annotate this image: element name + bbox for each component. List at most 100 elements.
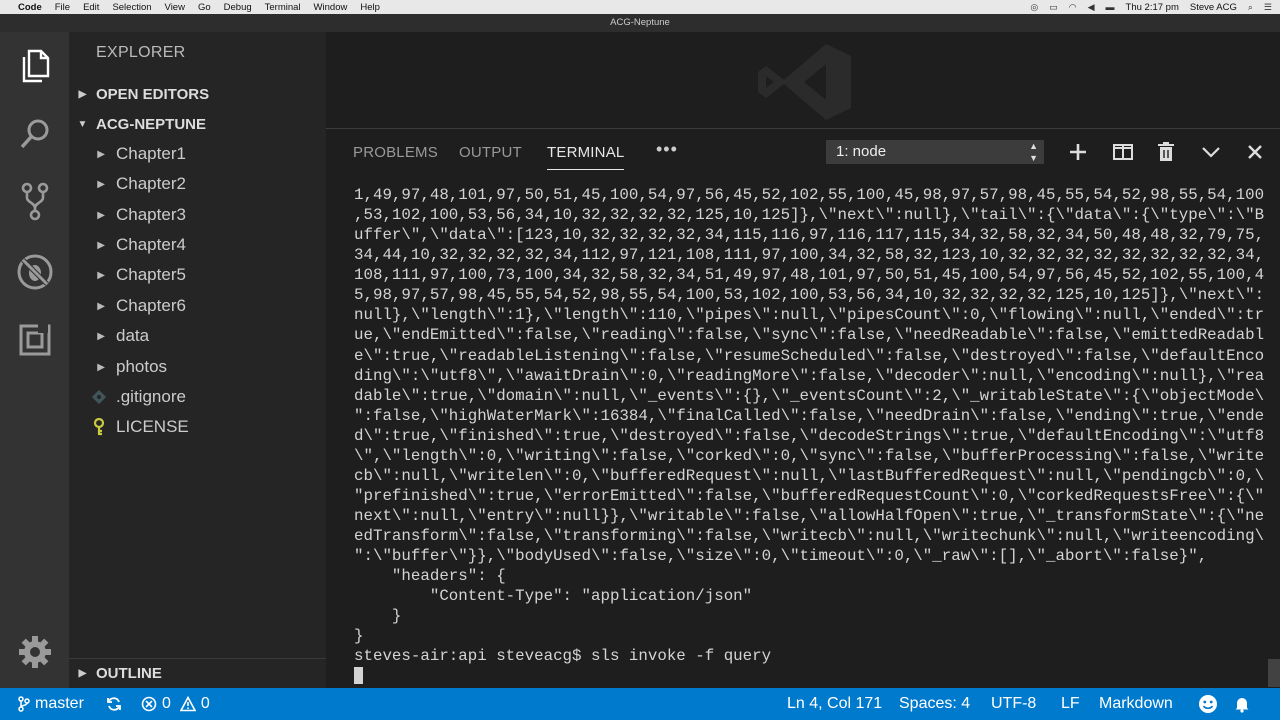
language-mode[interactable]: Markdown [1099, 688, 1173, 720]
screen-mirror-icon[interactable]: ▭ [1049, 2, 1058, 13]
new-terminal-icon[interactable] [1066, 140, 1090, 164]
explorer-icon[interactable] [15, 46, 55, 86]
split-terminal-icon[interactable] [1111, 140, 1135, 164]
debug-icon[interactable] [15, 252, 55, 292]
tree-item-label: LICENSE [116, 417, 189, 436]
terminal-line: next\":null,\"entry\":null}},\"writable\… [354, 507, 1265, 525]
terminal-line: ":\"buffer\"}},\"bodyUsed\":false,\"size… [354, 547, 1208, 566]
terminal-prompt: steves-air:api steveacg$ sls invoke -f q… [354, 647, 772, 666]
problems-indicator[interactable]: 0 0 [141, 688, 210, 720]
outline-section[interactable]: ▶ OUTLINE [69, 658, 326, 688]
file-encoding[interactable]: UTF-8 [991, 688, 1036, 720]
chevron-down-icon: ▼ [77, 118, 88, 130]
terminal-line: ,53,102,100,53,56,34,10,32,32,32,32,125,… [354, 206, 1265, 225]
extensions-icon[interactable] [15, 320, 55, 360]
terminal-line: 5,98,97,57,98,45,55,54,52,98,55,54,100,5… [354, 286, 1265, 305]
notifications-bell-icon[interactable] [1234, 688, 1250, 720]
terminal-line: dable\":true,\"domain\":null,\"_events\"… [354, 386, 1265, 405]
cursor-position[interactable]: Ln 4, Col 171 [787, 688, 882, 720]
git-branch-icon [18, 696, 30, 712]
terminal-line: e\":true,\"readableListening\":false,\"r… [354, 346, 1265, 365]
tree-item-label: Chapter5 [116, 265, 186, 284]
tab-terminal[interactable]: TERMINAL [547, 144, 625, 170]
license-key-icon [69, 418, 116, 436]
tab-problems[interactable]: PROBLEMS [353, 144, 438, 161]
tree-folder-chapter6[interactable]: ▶ Chapter6 [69, 291, 326, 321]
tree-item-label: Chapter3 [116, 205, 186, 224]
tree-folder-chapter5[interactable]: ▶ Chapter5 [69, 260, 326, 290]
status-bar: master 0 0 Ln 4, Col 171 Spaces: 4 UTF-8… [0, 688, 1280, 720]
terminal-output[interactable]: 1,49,97,48,101,97,50,51,45,100,54,97,56,… [354, 185, 1265, 687]
feedback-smiley-icon[interactable] [1198, 688, 1218, 720]
menu-edit[interactable]: Edit [83, 2, 99, 13]
chevron-right-icon: ▶ [97, 178, 105, 190]
menubar-clock[interactable]: Thu 2:17 pm [1126, 2, 1179, 13]
terminal-line: 34,44,10,32,32,32,32,34,112,97,121,108,1… [354, 246, 1265, 265]
terminal-line: ":false,\"highWaterMark\":16384,\"finalC… [354, 406, 1265, 425]
terminal-line: edTransform\":false,\"transforming\":fal… [354, 527, 1265, 546]
volume-icon[interactable]: ◀ [1088, 2, 1095, 13]
tree-folder-data[interactable]: ▶ data [69, 321, 326, 351]
menu-window[interactable]: Window [314, 2, 348, 13]
terminal-line: \",\"length\":0,\"writing\":false,\"cork… [354, 446, 1265, 465]
tree-folder-chapter2[interactable]: ▶ Chapter2 [69, 169, 326, 199]
editor-area[interactable] [326, 32, 1280, 128]
chevron-right-icon: ▶ [97, 330, 105, 342]
tree-file-gitignore[interactable]: .gitignore [69, 382, 326, 412]
menu-terminal[interactable]: Terminal [265, 2, 301, 13]
sync-icon [107, 697, 121, 711]
notification-center-icon[interactable]: ☰ [1264, 2, 1272, 13]
close-panel-icon[interactable] [1243, 140, 1267, 164]
terminal-line: "prefinished\":true,\"errorEmitted\":fal… [354, 486, 1265, 505]
line-ending[interactable]: LF [1061, 688, 1080, 720]
macos-menubar: Code File Edit Selection View Go Debug T… [0, 0, 1280, 14]
chevron-right-icon: ▶ [78, 668, 87, 679]
menu-view[interactable]: View [165, 2, 185, 13]
tree-folder-photos[interactable]: ▶ photos [69, 352, 326, 382]
menu-file[interactable]: File [55, 2, 70, 13]
chevron-right-icon: ▶ [97, 361, 105, 373]
terminal-line: ding\":\"utf8\",\"awaitDrain\":0,\"readi… [354, 366, 1265, 385]
terminal-line: null},\"length\":1},\"length\":110,\"pip… [354, 306, 1265, 325]
battery-icon[interactable]: ▬ [1106, 2, 1115, 12]
source-control-icon[interactable] [15, 182, 55, 222]
tree-item-label: Chapter2 [116, 174, 186, 193]
open-editors-section[interactable]: ▶ OPEN EDITORS [69, 79, 326, 109]
tree-file-license[interactable]: LICENSE [69, 412, 326, 442]
tree-folder-chapter1[interactable]: ▶ Chapter1 [69, 139, 326, 169]
terminal-line: "Content-Type": "application/json" [354, 587, 753, 606]
more-actions-icon[interactable]: ••• [656, 139, 678, 160]
menu-code[interactable]: Code [18, 2, 42, 13]
indentation[interactable]: Spaces: 4 [899, 688, 970, 720]
chevron-right-icon: ▶ [78, 88, 87, 100]
tab-output[interactable]: OUTPUT [459, 144, 522, 161]
trash-icon[interactable] [1154, 140, 1178, 164]
menu-selection[interactable]: Selection [112, 2, 151, 13]
chevron-right-icon: ▶ [97, 300, 105, 312]
branch-indicator[interactable]: master [18, 688, 84, 720]
wifi-icon[interactable]: ◠ [1069, 2, 1077, 13]
settings-gear-icon[interactable] [15, 632, 55, 672]
spotlight-icon[interactable]: ⌕ [1248, 2, 1253, 13]
terminal-instance-select[interactable]: 1: node ▲ ▼ [826, 140, 1044, 164]
project-label: ACG-NEPTUNE [96, 115, 207, 133]
menu-go[interactable]: Go [198, 2, 211, 13]
search-icon[interactable] [15, 114, 55, 154]
project-section[interactable]: ▼ ACG-NEPTUNE [69, 109, 326, 139]
tree-folder-chapter4[interactable]: ▶ Chapter4 [69, 230, 326, 260]
terminal-line: } [354, 607, 402, 626]
terminal-line: 108,111,97,100,73,100,34,32,58,32,34,51,… [354, 266, 1265, 285]
menubar-user[interactable]: Steve ACG [1190, 2, 1237, 13]
terminal-scrollbar[interactable] [1268, 659, 1280, 687]
chevron-right-icon: ▶ [97, 148, 105, 160]
terminal-line: "headers": { [354, 567, 506, 586]
menu-debug[interactable]: Debug [224, 2, 252, 13]
sync-status-icon[interactable]: ◎ [1030, 2, 1038, 13]
vscode-watermark-icon [756, 42, 856, 127]
terminal-line: } [354, 627, 364, 646]
menu-help[interactable]: Help [360, 2, 380, 13]
sync-button[interactable] [106, 688, 122, 720]
chevron-right-icon: ▶ [97, 209, 105, 221]
tree-folder-chapter3[interactable]: ▶ Chapter3 [69, 200, 326, 230]
maximize-panel-chevron-icon[interactable] [1199, 140, 1223, 164]
